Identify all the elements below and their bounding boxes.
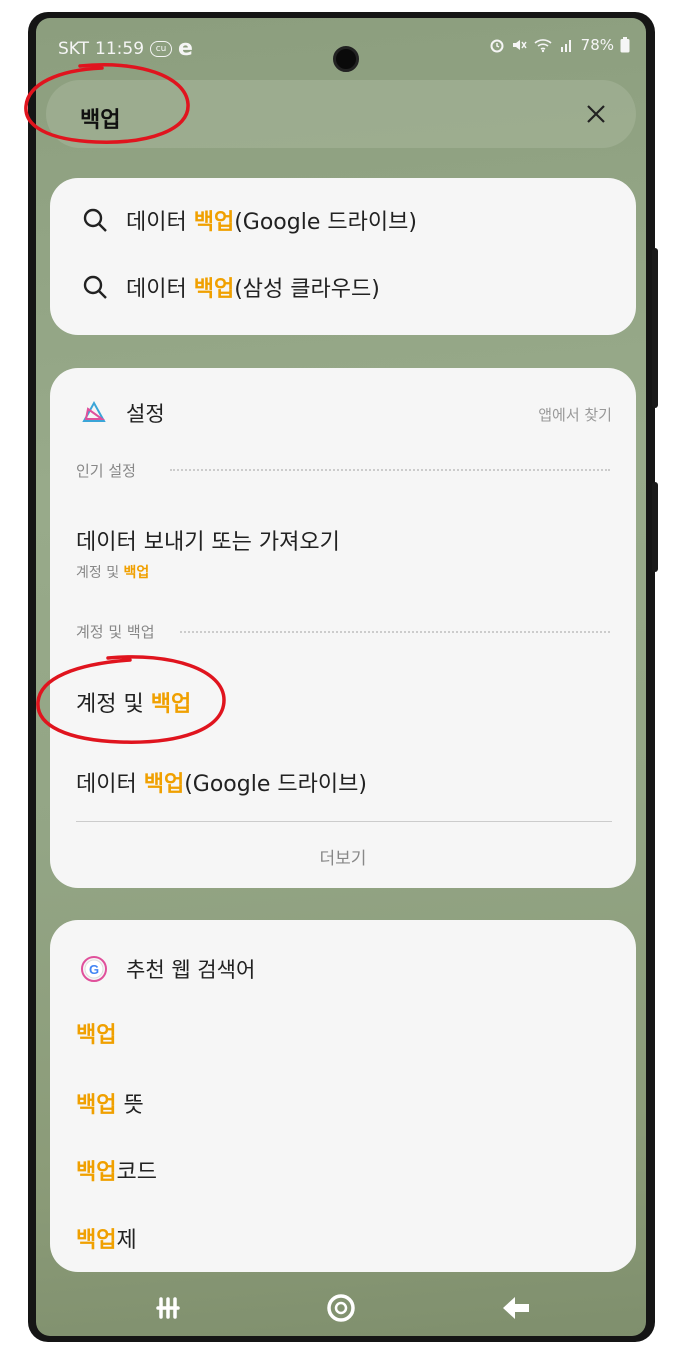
find-in-app-link[interactable]: 앱에서 찾기 (538, 404, 612, 425)
status-right: 78% (489, 36, 630, 54)
web-suggestion-item[interactable]: 백업 (76, 1017, 116, 1049)
settings-card-header: 설정 (80, 398, 165, 428)
power-button (652, 482, 658, 572)
search-bar[interactable]: 백업 (46, 80, 636, 148)
front-camera (333, 46, 359, 72)
svg-text:G: G (89, 962, 99, 977)
suggestion-item[interactable]: 데이터 백업(삼성 클라우드) (82, 271, 380, 303)
status-left: SKT 11:59 cu e (58, 36, 193, 61)
clock: 11:59 (95, 38, 145, 59)
suggestion-item[interactable]: 데이터 백업(Google 드라이브) (82, 204, 417, 236)
divider-dotted (170, 469, 610, 471)
recents-icon (156, 1297, 180, 1319)
suggestion-text: 데이터 백업(Google 드라이브) (126, 210, 417, 235)
account-backup-section-label: 계정 및 백업 (76, 623, 155, 641)
home-icon (327, 1294, 355, 1322)
web-suggestion-item[interactable]: 백업제 (76, 1222, 137, 1254)
divider (76, 821, 612, 822)
battery-icon (620, 37, 630, 53)
google-icon: G (81, 956, 107, 982)
popular-setting-subtitle: 계정 및 백업 (76, 565, 150, 581)
divider-dotted (180, 631, 610, 633)
recents-button[interactable] (148, 1288, 188, 1328)
screen: SKT 11:59 cu e 78% 백업 데이터 백업(Google 드라이브… (36, 18, 646, 1336)
suggestion-text: 데이터 백업(삼성 클라우드) (126, 277, 380, 302)
suggestions-card: 데이터 백업(Google 드라이브) 데이터 백업(삼성 클라우드) (50, 178, 636, 335)
search-icon (83, 208, 107, 232)
battery-percent: 78% (580, 36, 614, 54)
web-suggestion-item[interactable]: 백업코드 (76, 1154, 157, 1186)
back-arrow-icon (503, 1297, 529, 1319)
settings-results-card: 설정 앱에서 찾기 인기 설정 데이터 보내기 또는 가져오기 계정 및 백업 … (50, 368, 636, 888)
signal-icon (560, 40, 571, 52)
alarm-icon (490, 39, 504, 53)
volume-button (652, 248, 658, 408)
navigation-bar (36, 1278, 646, 1336)
web-suggestion-item[interactable]: 백업 뜻 (76, 1087, 144, 1119)
back-button[interactable] (496, 1288, 536, 1328)
e-app-icon: e (178, 36, 193, 61)
wifi-icon (534, 39, 552, 53)
search-input[interactable]: 백업 (80, 102, 120, 134)
settings-app-icon (82, 400, 106, 422)
mute-icon (512, 40, 527, 50)
data-backup-google-drive-item[interactable]: 데이터 백업(Google 드라이브) (76, 766, 367, 798)
cu-icon: cu (150, 40, 173, 57)
popular-setting-title[interactable]: 데이터 보내기 또는 가져오기 (76, 524, 340, 556)
clear-search-button[interactable] (576, 94, 616, 134)
close-icon (587, 105, 605, 123)
settings-app-name: 설정 (126, 402, 165, 426)
web-suggestions-card: G 추천 웹 검색어 백업 백업 뜻 백업코드 백업제 (50, 920, 636, 1272)
account-backup-item[interactable]: 계정 및 백업 (76, 686, 191, 718)
more-button[interactable]: 더보기 (50, 844, 636, 869)
web-card-header: G 추천 웹 검색어 (80, 954, 255, 984)
popular-settings-label: 인기 설정 (76, 462, 136, 480)
home-button[interactable] (321, 1288, 361, 1328)
carrier-label: SKT (58, 38, 90, 59)
web-card-title: 추천 웹 검색어 (126, 958, 256, 982)
search-icon (83, 275, 107, 299)
